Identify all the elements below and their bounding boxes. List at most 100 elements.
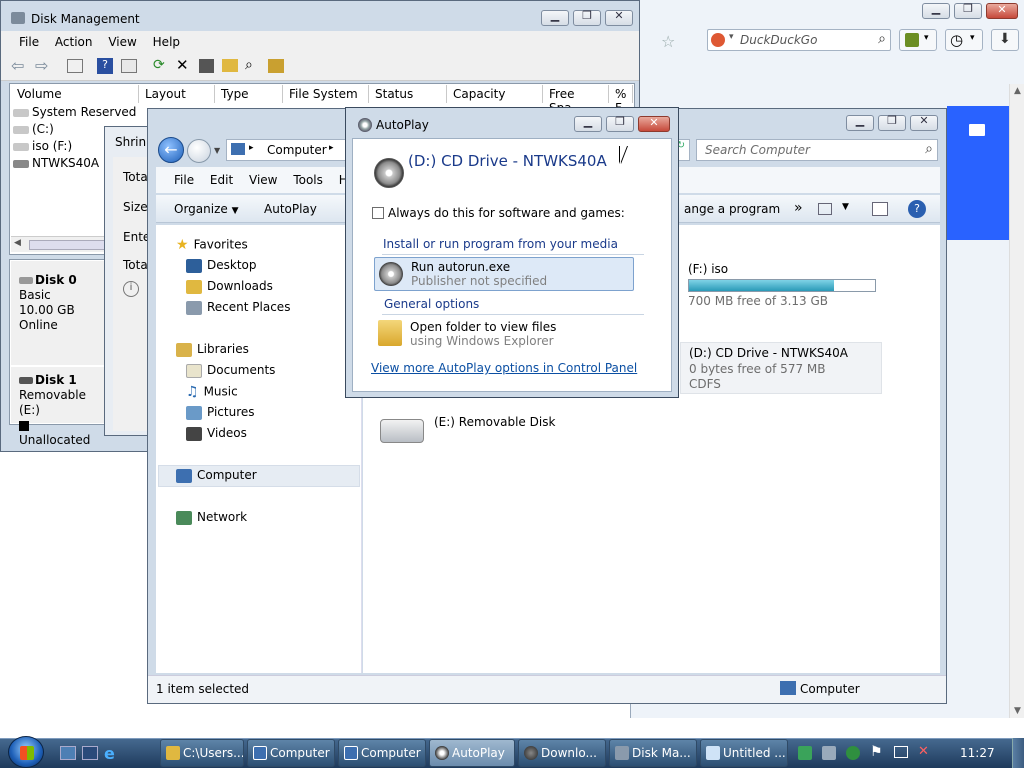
switch-windows-icon[interactable] [82, 746, 98, 760]
tray-network-icon[interactable] [798, 746, 812, 760]
show-desktop-strip[interactable] [1012, 738, 1024, 768]
taskbar-clock[interactable]: 11:27 [960, 746, 995, 760]
check-disk-icon[interactable] [199, 59, 214, 73]
volume-row[interactable]: NTWKS40A (D [13, 156, 117, 170]
more-commands-button[interactable]: » [794, 200, 803, 216]
taskbar-item-autoplay[interactable]: AutoPlay [429, 739, 515, 767]
address-bar[interactable]: ▸ Computer ▸ [226, 139, 346, 161]
taskbar-item-computer-1[interactable]: Computer [247, 739, 335, 767]
view-dropdown-icon[interactable]: ▼ [842, 202, 849, 212]
taskbar-item-disk-management[interactable]: Disk Ma... [609, 739, 697, 767]
tray-flag-icon[interactable]: ⚑ [870, 744, 883, 760]
open-folder-option[interactable]: Open folder to view files using Windows … [374, 318, 634, 352]
taskbar-item-downloads[interactable]: Downlo... [518, 739, 606, 767]
browser-restore-button[interactable]: ❐ [954, 2, 982, 19]
recent-pages-dropdown-icon[interactable]: ▼ [214, 146, 220, 155]
preview-pane-icon[interactable] [872, 202, 888, 216]
breadcrumb-computer[interactable]: Computer [267, 143, 327, 157]
nav-documents[interactable]: Documents [186, 363, 275, 378]
drive-d[interactable]: (D:) CD Drive - NTWKS40A 0 bytes free of… [680, 342, 882, 394]
history-button[interactable]: ◷ ▾ [945, 29, 983, 51]
search-box[interactable]: ▾ DuckDuckGo ⌕ [707, 29, 891, 51]
autoplay-button[interactable]: AutoPlay [264, 202, 317, 216]
mail-icon[interactable] [969, 124, 985, 136]
col-volume[interactable]: Volume [13, 85, 139, 103]
scroll-up-icon[interactable]: ▲ [1014, 86, 1021, 96]
disk1-label[interactable]: Disk 1 Removable (E:) Unallocated [11, 367, 105, 447]
help-icon[interactable]: ? [908, 200, 926, 218]
taskbar-item-untitled[interactable]: Untitled ... [700, 739, 788, 767]
search-icon[interactable]: ⌕ [878, 31, 886, 47]
explorer-close-button[interactable]: ✕ [910, 114, 938, 131]
explorer-minimize-button[interactable]: ▁ [846, 114, 874, 131]
open-folder-icon[interactable] [222, 59, 238, 72]
delete-icon[interactable]: ✕ [176, 56, 189, 74]
browser-close-button[interactable]: ✕ [986, 3, 1018, 19]
col-type[interactable]: Type [217, 85, 283, 103]
nav-favorites[interactable]: ★ Favorites [176, 237, 248, 253]
settings-icon[interactable] [268, 59, 284, 73]
nav-videos[interactable]: Videos [186, 426, 247, 441]
autoplay-close-button[interactable]: ✕ [638, 116, 670, 132]
autoplay-minimize-button[interactable]: ▁ [574, 115, 602, 132]
volume-row[interactable]: (C:) [13, 122, 54, 136]
scroll-left-icon[interactable]: ◀ [14, 238, 21, 248]
taskbar-item-computer-2[interactable]: Computer [338, 739, 426, 767]
help-icon[interactable]: ? [97, 58, 113, 74]
col-percent-free[interactable]: % F [611, 85, 633, 115]
downloads-button[interactable]: ⬇ [991, 29, 1019, 51]
more-autoplay-options-link[interactable]: View more AutoPlay options in Control Pa… [371, 361, 637, 375]
forward-arrow-icon[interactable]: ⇨ [35, 56, 48, 75]
explorer-restore-button[interactable]: ❐ [878, 114, 906, 131]
nav-pictures[interactable]: Pictures [186, 405, 255, 420]
explorer-menu-view[interactable]: View [249, 173, 277, 187]
nav-desktop[interactable]: Desktop [186, 258, 257, 273]
taskbar-item-users-folder[interactable]: C:\Users... [160, 739, 244, 767]
dm-menu-file[interactable]: File [19, 35, 39, 49]
bookmarks-button[interactable]: ▾ [899, 29, 937, 51]
col-layout[interactable]: Layout [141, 85, 215, 103]
explorer-menu-file[interactable]: File [174, 173, 194, 187]
dm-menu-help[interactable]: Help [153, 35, 180, 49]
always-do-checkbox[interactable] [372, 207, 384, 219]
autoplay-restore-button[interactable]: ❐ [606, 115, 634, 132]
col-free-space[interactable]: Free Spa... [545, 85, 609, 115]
explorer-back-button[interactable]: ← [158, 137, 184, 163]
search-engine-dropdown-icon[interactable]: ▾ [729, 32, 734, 42]
volume-row[interactable]: iso (F:) [13, 139, 72, 153]
explorer-search-input[interactable]: Search Computer ⌕ [696, 139, 938, 161]
dm-hscrollbar[interactable]: ◀ [11, 236, 107, 252]
dm-minimize-button[interactable]: ▁ [541, 9, 569, 26]
disk0-label[interactable]: Disk 0 Basic 10.00 GB Online [11, 261, 105, 365]
tray-display-icon[interactable] [894, 746, 908, 758]
tray-security-icon[interactable] [846, 746, 860, 760]
col-status[interactable]: Status [371, 85, 447, 103]
ie-icon[interactable]: e [104, 744, 115, 763]
tray-volume-muted-icon[interactable]: ✕ [918, 744, 929, 759]
start-button[interactable] [8, 736, 44, 768]
show-desktop-icon[interactable] [60, 746, 76, 760]
col-capacity[interactable]: Capacity [449, 85, 543, 103]
bookmark-star-icon[interactable]: ☆ [661, 32, 675, 51]
explorer-menu-tools[interactable]: Tools [293, 173, 323, 187]
dm-menu-view[interactable]: View [108, 35, 136, 49]
always-do-label[interactable]: Always do this for software and games: [388, 206, 625, 220]
nav-libraries[interactable]: Libraries [176, 342, 249, 357]
volume-row[interactable]: System Reserved [13, 105, 136, 119]
nav-network[interactable]: Network [176, 510, 247, 525]
col-file-system[interactable]: File System [285, 85, 369, 103]
nav-recent-places[interactable]: Recent Places [186, 300, 290, 315]
console-tree-icon[interactable] [67, 59, 83, 73]
organize-button[interactable]: Organize ▼ [174, 202, 239, 216]
drive-f[interactable]: (F:) iso 700 MB free of 3.13 GB [688, 262, 888, 308]
explorer-forward-button[interactable] [187, 139, 211, 163]
view-options-icon[interactable] [818, 203, 832, 215]
nav-downloads[interactable]: Downloads [186, 279, 273, 294]
properties-icon[interactable] [121, 59, 137, 73]
scrollbar[interactable]: ▲ ▼ [1009, 84, 1024, 718]
tray-device-icon[interactable] [822, 746, 836, 760]
dm-menu-action[interactable]: Action [55, 35, 93, 49]
explorer-menu-edit[interactable]: Edit [210, 173, 233, 187]
scroll-down-icon[interactable]: ▼ [1014, 706, 1021, 716]
back-arrow-icon[interactable]: ⇦ [11, 56, 24, 75]
